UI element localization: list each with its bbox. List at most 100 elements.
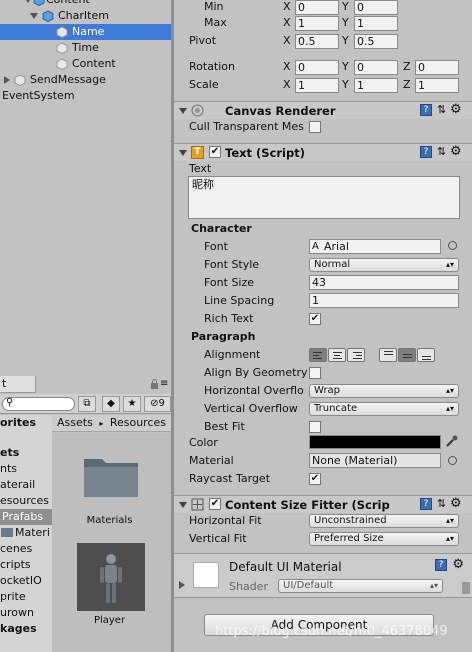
tree-item[interactable]: urown [0,605,34,621]
vertical-overflow-dropdown[interactable]: Truncate ▴▾ [309,402,459,416]
gear-icon[interactable]: ⚙ [452,557,464,572]
scale-x-field[interactable]: 1 [295,78,339,93]
preset-icon[interactable]: ⇅ [437,497,446,510]
filter-label-button[interactable]: ◆ [102,396,120,412]
foldout-arrow-icon[interactable] [179,150,187,156]
cull-transparent-label: Cull Transparent Mes [189,120,304,133]
expand-arrow-icon[interactable] [24,0,32,3]
color-swatch[interactable] [309,435,441,449]
anchor-min-y-field[interactable]: 0 [354,0,398,15]
horizontal-fit-label: Horizontal Fit [189,514,262,527]
line-spacing-field[interactable]: 1 [309,293,459,308]
pivot-y-field[interactable]: 0.5 [354,34,398,49]
tree-item[interactable]: esources [0,493,49,509]
rotation-x-field[interactable]: 0 [295,60,339,75]
expand-arrow-icon[interactable] [179,581,185,589]
hierarchy-item-eventsystem[interactable]: EventSystem [0,88,171,104]
favorites-header[interactable]: orites [0,415,36,431]
font-size-field[interactable]: 43 [309,275,459,290]
foldout-arrow-icon[interactable] [179,502,187,508]
asset-materials[interactable] [82,453,140,502]
panel-menu-icon[interactable]: ≡ [160,378,168,389]
gear-icon[interactable]: ⚙ [450,102,462,117]
preset-icon[interactable]: ⇅ [437,103,446,116]
tree-item[interactable]: ets [0,445,19,461]
component-enabled-checkbox[interactable]: ✔ [209,146,221,158]
breadcrumb-current[interactable]: Resources [110,416,166,429]
horizontal-overflow-dropdown[interactable]: Wrap ▴▾ [309,384,459,398]
anchor-min-x-field[interactable]: 0 [295,0,339,15]
align-right-button[interactable] [347,348,365,362]
hierarchy-item-name[interactable]: Name [0,24,171,40]
object-picker-icon[interactable] [448,241,457,250]
material-field[interactable]: None (Material) [309,453,441,468]
anchor-max-x-field[interactable]: 1 [295,16,339,31]
align-center-button[interactable] [328,348,346,362]
hierarchy-item-sendmessage[interactable]: SendMessage [0,72,171,88]
scale-y-field[interactable]: 1 [354,78,398,93]
tree-item[interactable]: cripts [0,557,31,573]
align-top-button[interactable] [379,348,397,362]
help-book-icon[interactable]: ? [420,498,432,510]
scale-z-field[interactable]: 1 [415,78,459,93]
foldout-arrow-icon[interactable] [179,108,187,114]
expand-arrow-icon[interactable] [30,13,38,19]
breadcrumb-root[interactable]: Assets [57,416,93,429]
content-size-fitter-header[interactable]: ✔ Content Size Fitter (Scrip ? ⇅ ⚙ [174,495,472,513]
tree-item[interactable]: prite [0,589,26,605]
vertical-fit-dropdown[interactable]: Preferred Size ▴▾ [309,532,459,546]
text-script-header[interactable]: T ✔ Text (Script) ? ⇅ ⚙ [174,143,472,161]
tree-item[interactable]: aterail [0,477,35,493]
canvas-renderer-header[interactable]: Canvas Renderer ? ⇅ ⚙ [174,101,472,119]
axis-y-label: Y [342,0,349,13]
raycast-target-checkbox[interactable]: ✔ [309,473,321,485]
rich-text-checkbox[interactable]: ✔ [309,313,321,325]
hierarchy-item-content[interactable]: Content [0,56,171,72]
preset-icon[interactable]: ⇅ [437,145,446,158]
hierarchy-item-charitem[interactable]: CharItem [0,8,171,24]
pivot-x-field[interactable]: 0.5 [295,34,339,49]
help-book-icon[interactable]: ? [420,146,432,158]
tree-item[interactable]: nts [0,461,17,477]
shader-dropdown[interactable]: UI/Default ▴▾ [278,579,443,593]
filter-type-button[interactable]: ⧉ [78,396,96,412]
component-enabled-checkbox[interactable]: ✔ [209,498,221,510]
search-input[interactable]: ⚲ [2,397,75,411]
rotation-z-field[interactable]: 0 [415,60,459,75]
asset-player[interactable] [77,543,145,611]
align-middle-button[interactable] [398,348,416,362]
tree-item[interactable]: cenes [0,541,32,557]
help-book-icon[interactable]: ? [420,104,432,116]
align-left-button[interactable] [309,348,327,362]
breadcrumb: Assets ▸ Resources [52,415,171,432]
cull-transparent-checkbox[interactable] [309,121,321,133]
project-tab[interactable]: t [0,376,36,393]
align-bottom-button[interactable] [417,348,435,362]
tree-item-selected[interactable]: Prafabs [0,509,52,525]
anchor-max-y-field[interactable]: 1 [354,16,398,31]
help-book-icon[interactable]: ? [435,559,447,571]
text-content-area[interactable]: 昵称 [188,176,460,219]
gameobject-cube-icon [56,58,68,70]
align-geometry-checkbox[interactable] [309,367,321,379]
hidden-packages-button[interactable]: ⊘9 [144,396,171,412]
best-fit-checkbox[interactable] [309,421,321,433]
font-field[interactable]: A Arial [309,239,441,254]
hierarchy-item-time[interactable]: Time [0,40,171,56]
rotation-y-field[interactable]: 0 [354,60,398,75]
font-style-dropdown[interactable]: Normal ▴▾ [309,258,459,272]
scrollbar-thumb[interactable] [462,582,470,594]
gameobject-cube-icon [14,74,26,86]
tree-item[interactable]: ocketIO [0,573,42,589]
tree-item[interactable]: Materi [0,525,50,541]
hierarchy-item-content-parent[interactable]: Content [0,0,171,8]
tree-item[interactable]: kages [0,621,37,637]
favorite-button[interactable]: ★ [123,396,141,412]
gear-icon[interactable]: ⚙ [450,144,462,159]
object-picker-icon[interactable] [448,456,457,465]
collapse-arrow-icon[interactable] [4,76,10,84]
horizontal-fit-dropdown[interactable]: Unconstrained ▴▾ [309,514,459,528]
gear-icon[interactable]: ⚙ [450,496,462,511]
eyedropper-icon[interactable] [445,434,459,451]
lock-icon[interactable] [150,379,159,392]
